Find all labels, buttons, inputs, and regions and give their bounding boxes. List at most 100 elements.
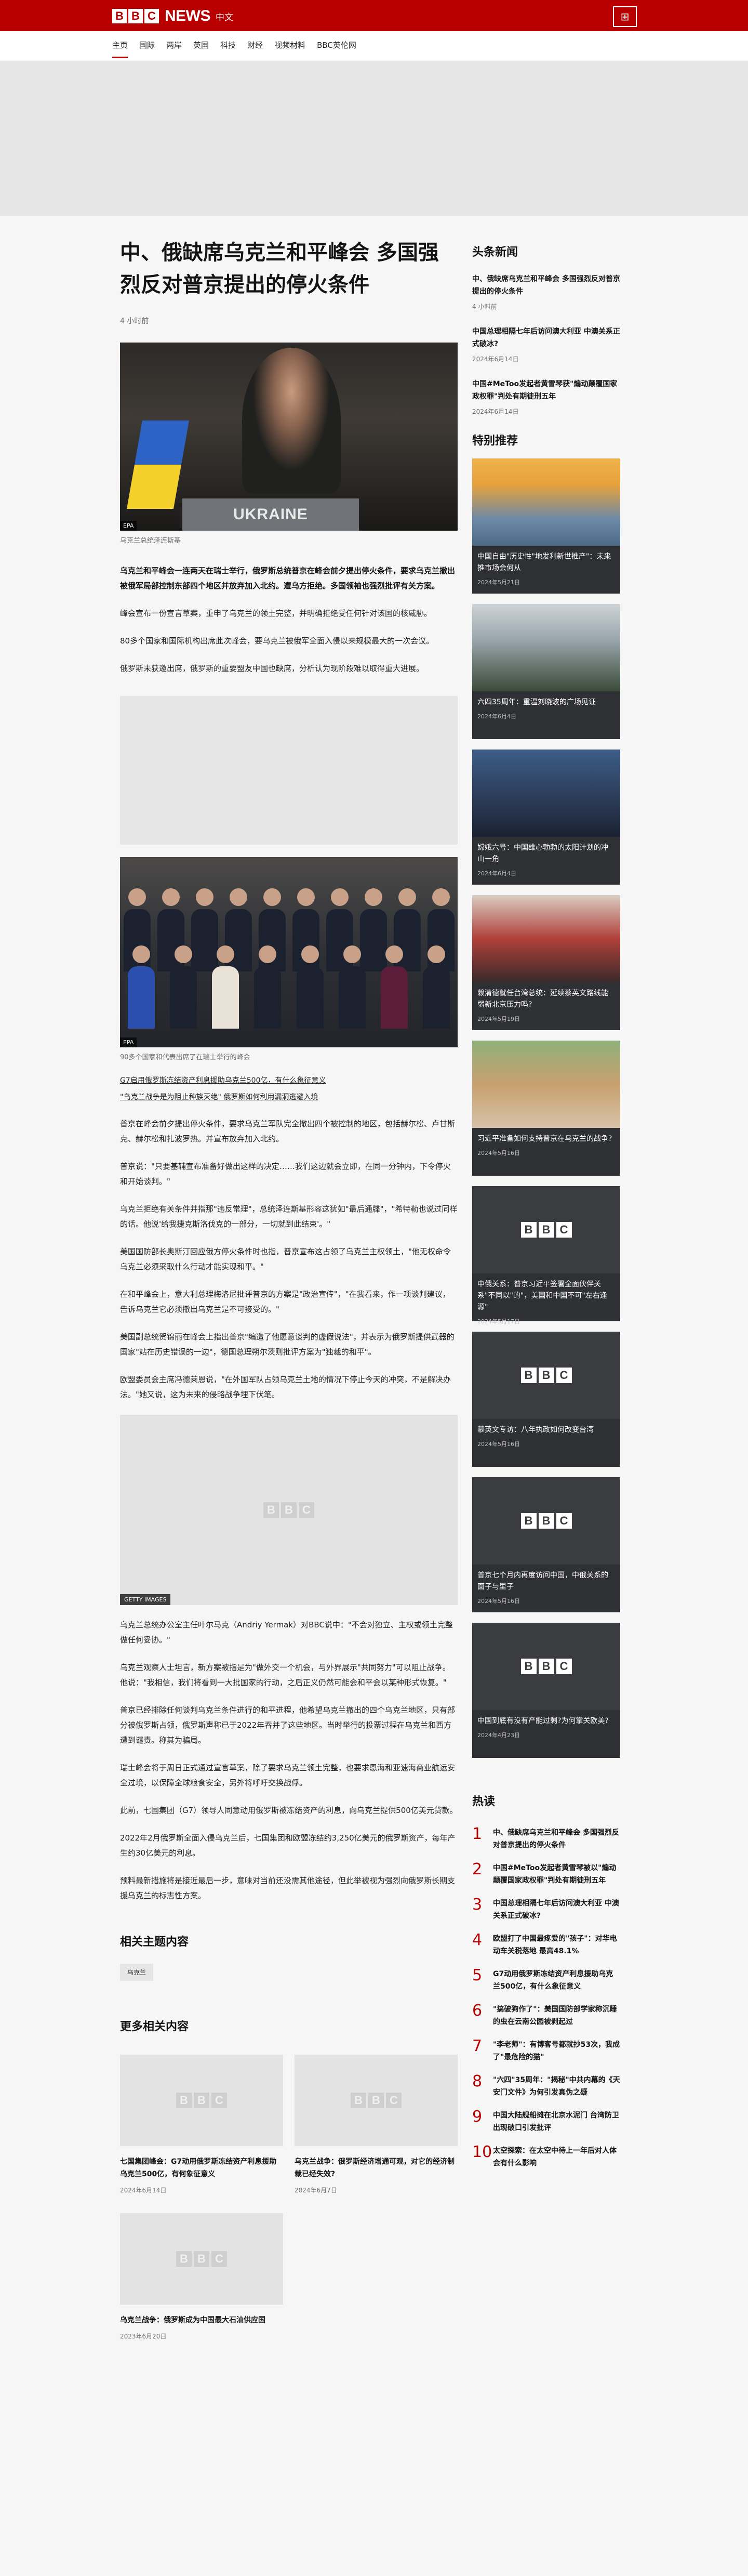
hot-item[interactable]: 10 太空探索：在太空中待上一年后对人体会有什么影响 (472, 2145, 620, 2170)
feature-card[interactable]: 赖清德就任台湾总统：延续蔡英文路线能弱新北京压力吗? 2024年5月19日 (472, 895, 620, 1030)
related-headline[interactable]: 乌克兰战争：俄罗斯成为中国最大石油供应国 (120, 2314, 283, 2327)
hot-item[interactable]: 6 "搞破狗作了"：美国国防部学家称沉睡的虫在云南公园被剥起过 (472, 2003, 620, 2028)
watermark-letter: C (386, 2093, 402, 2108)
hot-item[interactable]: 8 "六四"35周年："揭秘"中共内幕的《天安门文件》为何引发真伪之疑 (472, 2074, 620, 2099)
hot-headline[interactable]: 欧盟打了中国最疼爱的"孩子"：对华电动车关税落地 最高48.1% (493, 1933, 620, 1957)
ad-banner (0, 61, 748, 216)
article-body-3: 乌克兰总统办公室主任叶尔马克（Andriy Yermak）对BBC说中："不会对… (120, 1618, 458, 1903)
article-body-2: 普京在峰会前夕提出停火条件，要求乌克兰军队完全撤出四个被控制的地区，包括赫尔松、… (120, 1116, 458, 1402)
hot-headline[interactable]: 中、俄缺席乌克兰和平峰会 多国强烈反对普京提出的停火条件 (493, 1826, 620, 1851)
watermark-letter: B (520, 1222, 537, 1238)
hot-item[interactable]: 5 G7动用俄罗斯冻结资产利息援助乌克兰500亿，有什么象征意义 (472, 1968, 620, 1993)
menu-button[interactable]: ⊞ (613, 6, 637, 27)
sidebar: 头条新闻 中、俄缺席乌克兰和平峰会 多国强烈反对普京提出的停火条件 4 小时前 中国… (472, 216, 620, 2180)
paragraph: 乌克兰拒绝有关条件并指那"违反常理"，总统泽连斯基形容这犹如"最后通牒"，"希特… (120, 1204, 458, 1229)
hot-headline[interactable]: "六四"35周年："揭秘"中共内幕的《天安门文件》为何引发真伪之疑 (493, 2074, 620, 2099)
related-image: BBC (120, 2213, 283, 2305)
feature-title[interactable]: 普京七个月内再度访问中国，中俄关系的面子与里子 (472, 1565, 620, 1593)
feature-title[interactable]: 中国自由"历史性"地发利新世推产"：未来推市场会何从 (472, 546, 620, 574)
watermark-letter: C (556, 1368, 572, 1383)
related-date: 2024年6月14日 (120, 2187, 167, 2194)
headline-item[interactable]: 中、俄缺席乌克兰和平峰会 多国强烈反对普京提出的停火条件 4 小时前 (472, 273, 620, 311)
hot-headline[interactable]: 中国总理相隔七年后访问澳大利亚 中澳关系正式破冰? (493, 1897, 620, 1922)
figure-head (330, 888, 349, 906)
feature-title[interactable]: 赖清德就任台湾总统：延续蔡英文路线能弱新北京压力吗? (472, 982, 620, 1010)
feature-title[interactable]: 六四35周年：重温刘晓波的广场见证 (472, 691, 620, 708)
logo-letter: B (112, 9, 127, 23)
nav-item[interactable]: 视频材料 (274, 40, 305, 58)
feature-title[interactable]: 慕英文专访：八年执政如何改变台湾 (472, 1419, 620, 1436)
headline-title[interactable]: 中国#MeToo发起者黄雪琴获"煽动颠覆国家政权罪"判处有期徒刑五年 (472, 378, 620, 403)
figure-head (428, 945, 446, 963)
photo-front-row (120, 945, 458, 963)
feature-title[interactable]: 中俄关系：普京习近平签署全面伙伴关系"不同以"的"，美国和中国不可"左右逢源" (472, 1273, 620, 1313)
feature-image: BBC (472, 1332, 620, 1419)
related-link[interactable]: G7启用俄罗斯冻结资产利息援助乌克兰500亿，有什么象征意义 (120, 1074, 458, 1087)
related-headline[interactable]: 七国集团峰会：G7动用俄罗斯冻结资产利息援助乌克兰500亿，有何象征意义 (120, 2156, 283, 2180)
hot-headline[interactable]: 中国#MeToo发起者黄雪琴被以"煽动颠覆国家政权罪"判处有期徒刑五年 (493, 1862, 620, 1887)
feature-title[interactable]: 中国到底有没有产能过剩?为何掌关欧美? (472, 1710, 620, 1727)
nav-item[interactable]: 两岸 (166, 40, 182, 58)
headline-title[interactable]: 中国总理相隔七年后访问澳大利亚 中澳关系正式破冰? (472, 325, 620, 350)
hot-rank: 10 (472, 2143, 492, 2161)
hot-item[interactable]: 7 "李老师"：有博客号都就抄53次，我成了"最危险的猫" (472, 2039, 620, 2064)
hot-item[interactable]: 2 中国#MeToo发起者黄雪琴被以"煽动颠覆国家政权罪"判处有期徒刑五年 (472, 1862, 620, 1887)
nav-item[interactable]: 财经 (247, 40, 263, 58)
headline-item[interactable]: 中国#MeToo发起者黄雪琴获"煽动颠覆国家政权罪"判处有期徒刑五年 2024年6… (472, 378, 620, 416)
feature-title[interactable]: 习近平准备如何支持普京在乌克兰的战争? (472, 1128, 620, 1145)
nav-item[interactable]: 科技 (220, 40, 236, 58)
headline-title[interactable]: 中、俄缺席乌克兰和平峰会 多国强烈反对普京提出的停火条件 (472, 273, 620, 298)
hot-headline[interactable]: "搞破狗作了"：美国国防部学家称沉睡的虫在云南公园被剥起过 (493, 2003, 620, 2028)
feature-card[interactable]: B B C 中国到底有没有产能过剩?为何掌关欧美? 2024年4月23日 (472, 1623, 620, 1758)
nav-item[interactable]: 英国 (193, 40, 209, 58)
logo-letter: C (144, 9, 159, 23)
figure-suit (212, 966, 239, 1029)
watermark-letter: B (176, 2251, 192, 2267)
related-card[interactable]: B B C 七国集团峰会：G7动用俄罗斯冻结资产利息援助乌克兰500亿，有何象征意义 2… (120, 2055, 283, 2194)
feature-title[interactable]: 嫦娥六号：中国雄心勃勃的太阳计划的冲山一角 (472, 837, 620, 865)
watermark-letter: B (351, 2093, 366, 2108)
speaker-figure (242, 348, 341, 493)
hot-item[interactable]: 1 中、俄缺席乌克兰和平峰会 多国强烈反对普京提出的停火条件 (472, 1826, 620, 1851)
feature-card[interactable]: 中国自由"历史性"地发利新世推产"：未来推市场会何从 2024年5月21日 (472, 458, 620, 594)
hot-headline[interactable]: 中国大陆舰船摊在北京水泥门 台湾防卫出现破口引发批评 (493, 2109, 620, 2134)
hot-item[interactable]: 4 欧盟打了中国最疼爱的"孩子"：对华电动车关税落地 最高48.1% (472, 1933, 620, 1957)
bbc-logo[interactable]: B B C NEWS 中文 (112, 7, 233, 25)
logo-language: 中文 (216, 12, 233, 23)
nav-item[interactable]: BBC英伦网 (317, 40, 356, 58)
figure-head (259, 945, 277, 963)
related-card[interactable]: B B C 乌克兰战争：俄罗斯成为中国最大石油供应国 2023年6月20日 (120, 2213, 283, 2341)
hot-item[interactable]: 9 中国大陆舰船摊在北京水泥门 台湾防卫出现破口引发批评 (472, 2109, 620, 2134)
hot-headline[interactable]: G7动用俄罗斯冻结资产利息援助乌克兰500亿，有什么象征意义 (493, 1968, 620, 1993)
paragraph: 美国副总统贺锦丽在峰会上指出普京"编造了他愿意谈判的虚假说法"，并表示为俄罗斯提… (120, 1332, 455, 1357)
feature-card[interactable]: B B C 中俄关系：普京习近平签署全面伙伴关系"不同以"的"，美国和中国不可"左右逢… (472, 1186, 620, 1325)
hot-item[interactable]: 3 中国总理相隔七年后访问澳大利亚 中澳关系正式破冰? (472, 1897, 620, 1922)
related-card[interactable]: B B C 乌克兰战争：俄罗斯经济增通可观，对它的经济制裁已经失效? 2024年6月7日 (295, 2055, 458, 2194)
hot-rank: 8 (472, 2072, 483, 2091)
watermark-letter: C (556, 1659, 572, 1674)
paragraph: 美国国防部长奥斯汀回应俄方停火条件时也指，普京宣布这占领了乌克兰主权领土，"他无… (120, 1247, 451, 1271)
feature-card[interactable]: B B C 慕英文专访：八年执政如何改变台湾 2024年5月16日 (472, 1332, 620, 1467)
hot-headline[interactable]: 太空探索：在太空中待上一年后对人体会有什么影响 (493, 2145, 620, 2170)
bbc-watermark: B B C (263, 1502, 314, 1518)
related-headline[interactable]: 乌克兰战争：俄罗斯经济增通可观，对它的经济制裁已经失效? (295, 2156, 458, 2180)
nav-item[interactable]: 主页 (112, 40, 128, 58)
inline-ad (120, 696, 458, 845)
feature-card[interactable]: 嫦娥六号：中国雄心勃勃的太阳计划的冲山一角 2024年6月4日 (472, 750, 620, 885)
paragraph: 普京在峰会前夕提出停火条件，要求乌克兰军队完全撤出四个被控制的地区，包括赫尔松、… (120, 1119, 456, 1144)
related-link[interactable]: "乌克兰战争是为阻止种族灭绝" 俄罗斯如何利用漏洞逃避入境 (120, 1090, 458, 1104)
feature-card[interactable]: 习近平准备如何支持普京在乌克兰的战争? 2024年5月16日 (472, 1041, 620, 1176)
figure-head (162, 888, 180, 906)
paragraph: 预料最新措施将是接近最后一步，意味对当前还没需其他途径，但此举被视为强烈向俄罗斯… (120, 1876, 456, 1900)
hot-rank: 7 (472, 2037, 483, 2055)
feature-card[interactable]: B B C 普京七个月内再度访问中国，中俄关系的面子与里子 2024年5月16日 (472, 1477, 620, 1612)
feature-card[interactable]: 六四35周年：重温刘晓波的广场见证 2024年6月4日 (472, 604, 620, 739)
feature-date: 2024年4月23日 (477, 1732, 520, 1739)
nav-item[interactable]: 国际 (139, 40, 155, 58)
watermark-letter: B (520, 1659, 537, 1674)
hot-rank: 3 (472, 1896, 483, 1914)
article-timestamp: 4 小时前 (120, 317, 149, 325)
topic-tag[interactable]: 乌克兰 (120, 1964, 154, 1981)
headline-item[interactable]: 中国总理相隔七年后访问澳大利亚 中澳关系正式破冰? 2024年6月14日 (472, 325, 620, 363)
hot-headline[interactable]: "李老师"：有博客号都就抄53次，我成了"最危险的猫" (493, 2039, 620, 2064)
